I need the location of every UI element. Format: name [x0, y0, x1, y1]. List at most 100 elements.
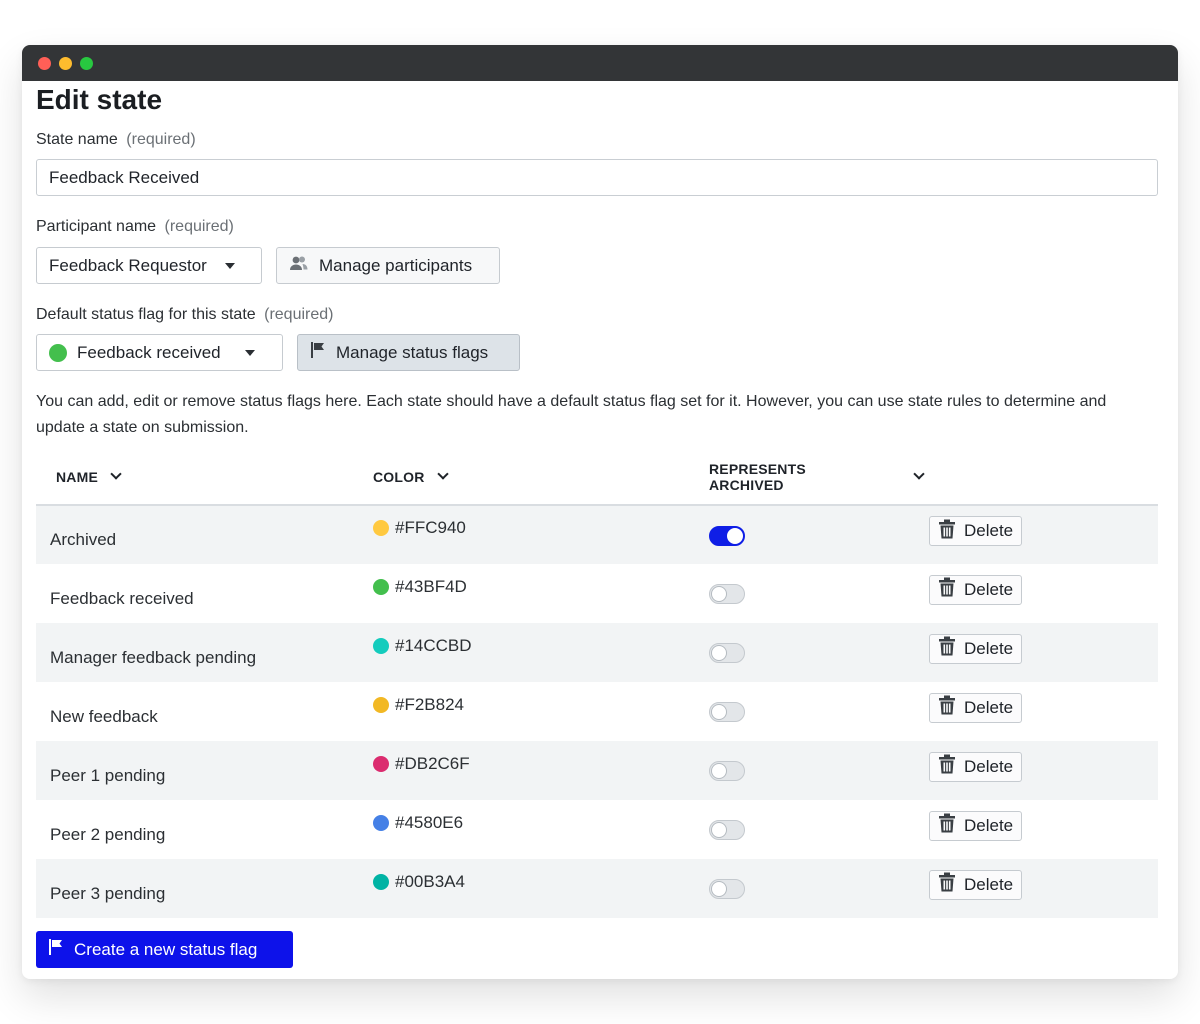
manage-status-flags-button[interactable]: Manage status flags	[297, 334, 520, 371]
minimize-window-button[interactable]	[59, 56, 72, 70]
flag-name-cell: Peer 1 pending	[36, 741, 373, 800]
archived-toggle[interactable]	[709, 820, 745, 840]
delete-label: Delete	[964, 697, 1014, 717]
delete-button[interactable]: Delete	[929, 516, 1023, 547]
color-swatch	[373, 696, 389, 713]
flag-color-cell: #F2B824	[373, 682, 709, 741]
flag-color-cell: #DB2C6F	[373, 741, 709, 800]
flag-name: New feedback	[50, 706, 158, 726]
flag-archived-cell	[709, 859, 929, 918]
manage-status-flags-label: Manage status flags	[336, 342, 489, 362]
toggle-knob	[711, 763, 727, 779]
state-name-input[interactable]	[36, 159, 1158, 196]
default-flag-selected-value: Feedback received	[77, 342, 221, 362]
flag-name-cell: New feedback	[36, 682, 373, 741]
archived-toggle[interactable]	[709, 525, 745, 546]
participant-select[interactable]: Feedback Requestor	[36, 247, 262, 284]
flag-archived-cell	[709, 741, 929, 800]
participant-selected-value: Feedback Requestor	[49, 255, 207, 275]
delete-button[interactable]: Delete	[929, 810, 1023, 841]
delete-button[interactable]: Delete	[929, 869, 1023, 900]
trash-icon	[938, 872, 956, 897]
table-row: Peer 1 pending #DB2C6F Delete	[36, 741, 1158, 800]
actions-column-header	[929, 449, 1158, 506]
table-row: Archived #FFC940 Delete	[36, 505, 1158, 564]
delete-button[interactable]: Delete	[929, 574, 1023, 605]
flag-color-hex: #F2B824	[395, 694, 464, 714]
flag-name: Manager feedback pending	[50, 647, 257, 667]
color-header-label: COLOR	[373, 468, 425, 485]
color-column-header[interactable]: COLOR	[373, 449, 709, 506]
table-header-row: NAME COLOR REPRESENTS ARCHIVED	[36, 449, 1158, 506]
name-column-header[interactable]: NAME	[36, 449, 373, 506]
help-text: You can add, edit or remove status flags…	[36, 393, 1107, 436]
default-flag-select[interactable]: Feedback received	[36, 334, 283, 371]
manage-participants-button[interactable]: Manage participants	[276, 247, 500, 284]
chevron-down-icon	[436, 468, 449, 480]
participant-label: Participant name	[36, 218, 157, 235]
flag-actions-cell: Delete	[929, 623, 1158, 682]
close-window-button[interactable]	[38, 56, 51, 70]
flag-actions-cell: Delete	[929, 682, 1158, 741]
flag-archived-cell	[709, 682, 929, 741]
flag-color-cell: #00B3A4	[373, 859, 709, 918]
delete-button[interactable]: Delete	[929, 633, 1023, 664]
flag-icon	[310, 341, 326, 364]
participant-label-row: Participant name (required)	[36, 218, 1164, 236]
archived-toggle[interactable]	[709, 584, 745, 604]
flag-name-cell: Archived	[36, 505, 373, 564]
participant-required: (required)	[164, 218, 234, 235]
manage-participants-label: Manage participants	[319, 255, 473, 275]
flag-name: Feedback received	[50, 588, 194, 608]
status-flags-table: NAME COLOR REPRESENTS ARCHIVED Archived …	[36, 449, 1158, 918]
flag-color-hex: #43BF4D	[395, 576, 467, 596]
edit-state-form: Edit state State name (required) Partici…	[22, 83, 1178, 968]
archived-toggle[interactable]	[709, 702, 745, 722]
delete-button[interactable]: Delete	[929, 692, 1023, 723]
window-titlebar	[22, 45, 1178, 81]
delete-label: Delete	[964, 521, 1014, 541]
flag-actions-cell: Delete	[929, 505, 1158, 564]
default-flag-label-row: Default status flag for this state (requ…	[36, 306, 1164, 324]
status-color-dot	[49, 343, 67, 362]
users-icon	[289, 255, 309, 276]
table-body: Archived #FFC940 Delete Feedback received #4…	[36, 505, 1158, 918]
default-flag-label: Default status flag for this state	[36, 306, 256, 323]
app-window: Edit state State name (required) Partici…	[22, 45, 1178, 979]
trash-icon	[938, 754, 956, 779]
flag-name-cell: Manager feedback pending	[36, 623, 373, 682]
delete-label: Delete	[964, 815, 1014, 835]
trash-icon	[938, 636, 956, 661]
flag-color-cell: #14CCBD	[373, 623, 709, 682]
state-name-label: State name	[36, 131, 118, 148]
create-status-flag-button[interactable]: Create a new status flag	[36, 931, 293, 968]
flag-archived-cell	[709, 800, 929, 859]
flag-name-cell: Peer 3 pending	[36, 859, 373, 918]
flag-name: Peer 3 pending	[50, 883, 166, 903]
color-swatch	[373, 873, 389, 890]
color-swatch	[373, 755, 389, 772]
flag-name: Archived	[50, 530, 117, 549]
table-row: New feedback #F2B824 Delete	[36, 682, 1158, 741]
delete-button[interactable]: Delete	[929, 751, 1023, 782]
archived-column-header[interactable]: REPRESENTS ARCHIVED	[709, 449, 929, 506]
trash-icon	[938, 695, 956, 720]
flag-name: Peer 1 pending	[50, 765, 166, 785]
toggle-knob	[711, 881, 727, 897]
flag-color-cell: #FFC940	[373, 505, 709, 564]
flag-name-cell: Feedback received	[36, 564, 373, 623]
flag-color-hex: #FFC940	[395, 518, 466, 537]
delete-label: Delete	[964, 756, 1014, 776]
trash-icon	[938, 577, 956, 602]
archived-toggle[interactable]	[709, 643, 745, 663]
create-status-flag-label: Create a new status flag	[74, 939, 258, 959]
page-title: Edit state	[36, 84, 163, 115]
flag-icon	[48, 938, 64, 961]
state-name-required: (required)	[126, 131, 196, 148]
archived-toggle[interactable]	[709, 879, 745, 899]
archived-toggle[interactable]	[709, 761, 745, 781]
delete-label: Delete	[964, 579, 1014, 599]
flag-color-hex: #00B3A4	[395, 871, 465, 891]
color-swatch	[373, 637, 389, 654]
maximize-window-button[interactable]	[80, 56, 93, 70]
